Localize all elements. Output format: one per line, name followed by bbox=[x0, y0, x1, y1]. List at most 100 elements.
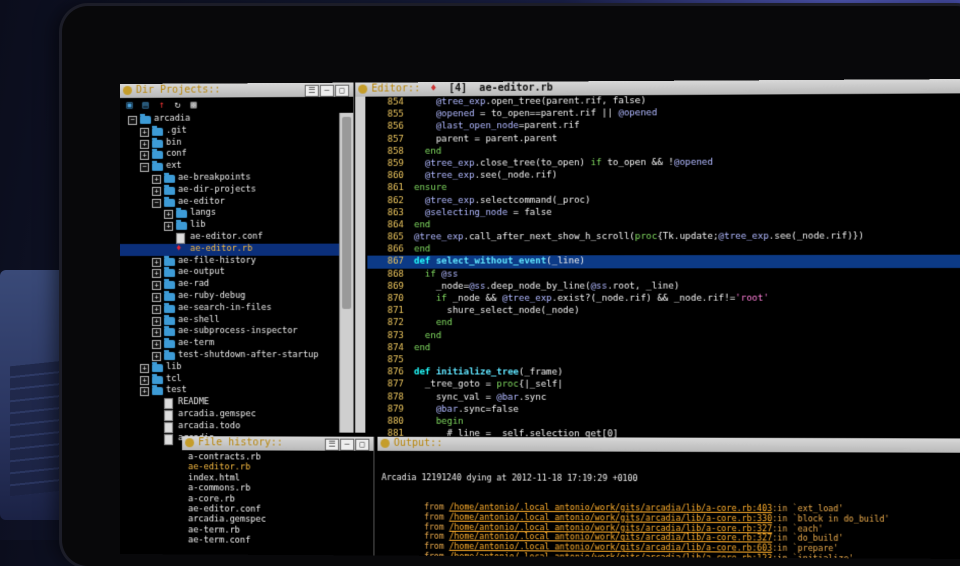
refresh-icon[interactable]: ↻ bbox=[172, 100, 183, 111]
expand-icon[interactable]: + bbox=[139, 127, 150, 137]
tree-node[interactable]: + lib bbox=[120, 220, 339, 232]
code-line[interactable]: 874 end bbox=[367, 342, 960, 355]
scroll-thumb[interactable] bbox=[342, 116, 352, 309]
expand-icon[interactable]: + bbox=[152, 257, 162, 267]
projects-scrollbar[interactable] bbox=[339, 112, 354, 433]
minimize-icon[interactable]: — bbox=[319, 84, 335, 97]
expand-icon[interactable]: + bbox=[139, 139, 150, 149]
code-line[interactable]: 866 end bbox=[367, 243, 960, 256]
expand-icon[interactable]: + bbox=[139, 375, 150, 385]
code-line[interactable]: 872 end bbox=[367, 317, 960, 329]
tree-node[interactable]: + .git bbox=[120, 125, 339, 138]
line-number: 879 bbox=[387, 404, 404, 415]
panel-icon bbox=[358, 84, 368, 94]
tree-node[interactable]: ♦ ae-editor.rb bbox=[120, 243, 340, 256]
collapse-icon[interactable]: − bbox=[139, 163, 150, 173]
minimize-icon[interactable]: — bbox=[340, 438, 355, 451]
expand-icon[interactable]: + bbox=[152, 174, 162, 184]
collapse-icon[interactable]: − bbox=[152, 198, 162, 208]
expand-icon[interactable]: + bbox=[164, 222, 174, 232]
tree-node[interactable]: + ae-file-history bbox=[120, 255, 339, 267]
code-line[interactable]: 870 if _node && @tree_exp.exist?(_node.r… bbox=[367, 292, 960, 305]
history-item[interactable]: a-contracts.rb bbox=[188, 452, 369, 463]
code-line[interactable]: 877 _tree_goto = proc{|_self| bbox=[367, 379, 960, 392]
line-number: 878 bbox=[387, 391, 404, 403]
expand-icon[interactable]: + bbox=[152, 281, 162, 291]
tree-node-label: ae-editor bbox=[178, 196, 225, 207]
collapse-icon[interactable]: − bbox=[127, 115, 137, 125]
code-line[interactable]: 865 @tree_exp.call_after_next_show_h_scro… bbox=[367, 230, 960, 244]
expand-icon[interactable]: + bbox=[139, 387, 150, 397]
expand-icon[interactable]: + bbox=[152, 351, 162, 361]
up-arrow-icon[interactable]: ↑ bbox=[156, 100, 167, 111]
tree-node[interactable]: + ae-search-in-files bbox=[120, 303, 339, 315]
trace-method: :in `do_build' bbox=[772, 532, 844, 544]
tree-node[interactable]: + ae-subprocess-inspector bbox=[120, 326, 339, 338]
expand-icon[interactable]: + bbox=[152, 340, 162, 350]
output-title: Output:: bbox=[393, 437, 443, 450]
tree-node[interactable]: + conf bbox=[120, 148, 339, 161]
tree-node[interactable]: + ae-term bbox=[120, 338, 339, 350]
tree-node[interactable]: + ae-output bbox=[120, 267, 339, 279]
tree-node[interactable]: + bin bbox=[120, 137, 339, 150]
expand-icon[interactable]: + bbox=[152, 316, 162, 326]
code-line[interactable]: 876 def initialize_tree(_frame) bbox=[367, 366, 960, 379]
code-line[interactable]: 867 def select_without_event(_line) bbox=[367, 255, 960, 269]
file-history-title: File history:: bbox=[198, 437, 283, 449]
expand-icon[interactable]: + bbox=[164, 210, 174, 220]
code-line[interactable]: 873 end bbox=[367, 330, 960, 343]
editor-file-name[interactable]: ae-editor.rb bbox=[479, 82, 553, 94]
tree-node[interactable]: ae-editor.conf bbox=[120, 231, 339, 244]
history-item[interactable]: arcadia.gemspec bbox=[188, 515, 369, 526]
tree-node[interactable]: + ae-rad bbox=[120, 279, 339, 291]
expand-icon[interactable]: + bbox=[139, 363, 150, 373]
tree-node[interactable]: + langs bbox=[120, 208, 339, 220]
line-number: 857 bbox=[387, 134, 404, 145]
code-line[interactable]: 871 shure_select_node(_node) bbox=[367, 305, 960, 317]
code-area[interactable]: 854 @tree_exp.open_tree(parent.rif, fals… bbox=[367, 93, 960, 440]
expand-icon[interactable]: + bbox=[152, 269, 162, 279]
window-icon[interactable]: ▩ bbox=[188, 100, 199, 111]
tree-node[interactable]: + ae-shell bbox=[120, 315, 339, 327]
tree-node[interactable]: − arcadia bbox=[120, 113, 339, 126]
code-text: @last_open_node=parent.rif bbox=[435, 121, 580, 132]
options-icon[interactable]: ☰ bbox=[304, 84, 319, 97]
maximize-icon[interactable]: □ bbox=[355, 438, 370, 451]
tree-node[interactable]: + ae-dir-projects bbox=[120, 184, 339, 197]
tree-node[interactable]: + test-shutdown-after-startup bbox=[120, 350, 339, 362]
tree-node[interactable]: − ext bbox=[120, 160, 339, 173]
expand-icon[interactable]: + bbox=[152, 292, 162, 302]
expand-icon[interactable]: + bbox=[152, 328, 162, 338]
history-item[interactable]: a-commons.rb bbox=[188, 483, 369, 494]
history-item[interactable]: ae-editor.rb bbox=[188, 463, 369, 474]
history-item[interactable]: index.html bbox=[188, 473, 369, 484]
tree-node[interactable]: + ae-ruby-debug bbox=[120, 291, 339, 303]
tree-node[interactable]: + test bbox=[120, 385, 339, 397]
code-text: if @ss bbox=[424, 269, 458, 280]
maximize-icon[interactable]: □ bbox=[335, 84, 350, 97]
options-icon[interactable]: ☰ bbox=[324, 438, 340, 451]
code-line[interactable]: 875 bbox=[367, 354, 960, 367]
tree-node[interactable]: arcadia.todo bbox=[120, 421, 339, 433]
tree-node[interactable]: + ae-breakpoints bbox=[120, 172, 339, 185]
code-line[interactable]: 869 _node=@ss.deep_node_by_line(@ss.root… bbox=[367, 280, 960, 293]
history-item[interactable]: ae-term.conf bbox=[188, 536, 369, 547]
expand-icon[interactable]: + bbox=[152, 304, 162, 314]
tree-node[interactable]: arcadia.gemspec bbox=[120, 409, 339, 422]
tree-node[interactable]: + tcl bbox=[120, 374, 339, 386]
folder-open-icon[interactable]: ▤ bbox=[140, 100, 151, 111]
tree-node-label: ae-file-history bbox=[178, 255, 256, 266]
expand-icon[interactable]: + bbox=[139, 151, 150, 161]
trace-from: from bbox=[424, 521, 445, 532]
folder-icon bbox=[164, 186, 176, 195]
code-text: def select_without_event(_line) bbox=[413, 256, 586, 268]
panel-icon bbox=[122, 85, 132, 95]
tree-node[interactable]: + lib bbox=[120, 362, 339, 374]
code-text: end bbox=[424, 146, 442, 157]
editor-tab-index[interactable]: [4] bbox=[449, 83, 467, 94]
tree-node[interactable]: README bbox=[120, 397, 339, 410]
folder-add-icon[interactable]: ▣ bbox=[124, 100, 135, 111]
code-line[interactable]: 868 if @ss bbox=[367, 268, 960, 281]
tree-node[interactable]: − ae-editor bbox=[120, 196, 339, 208]
expand-icon[interactable]: + bbox=[152, 186, 162, 196]
